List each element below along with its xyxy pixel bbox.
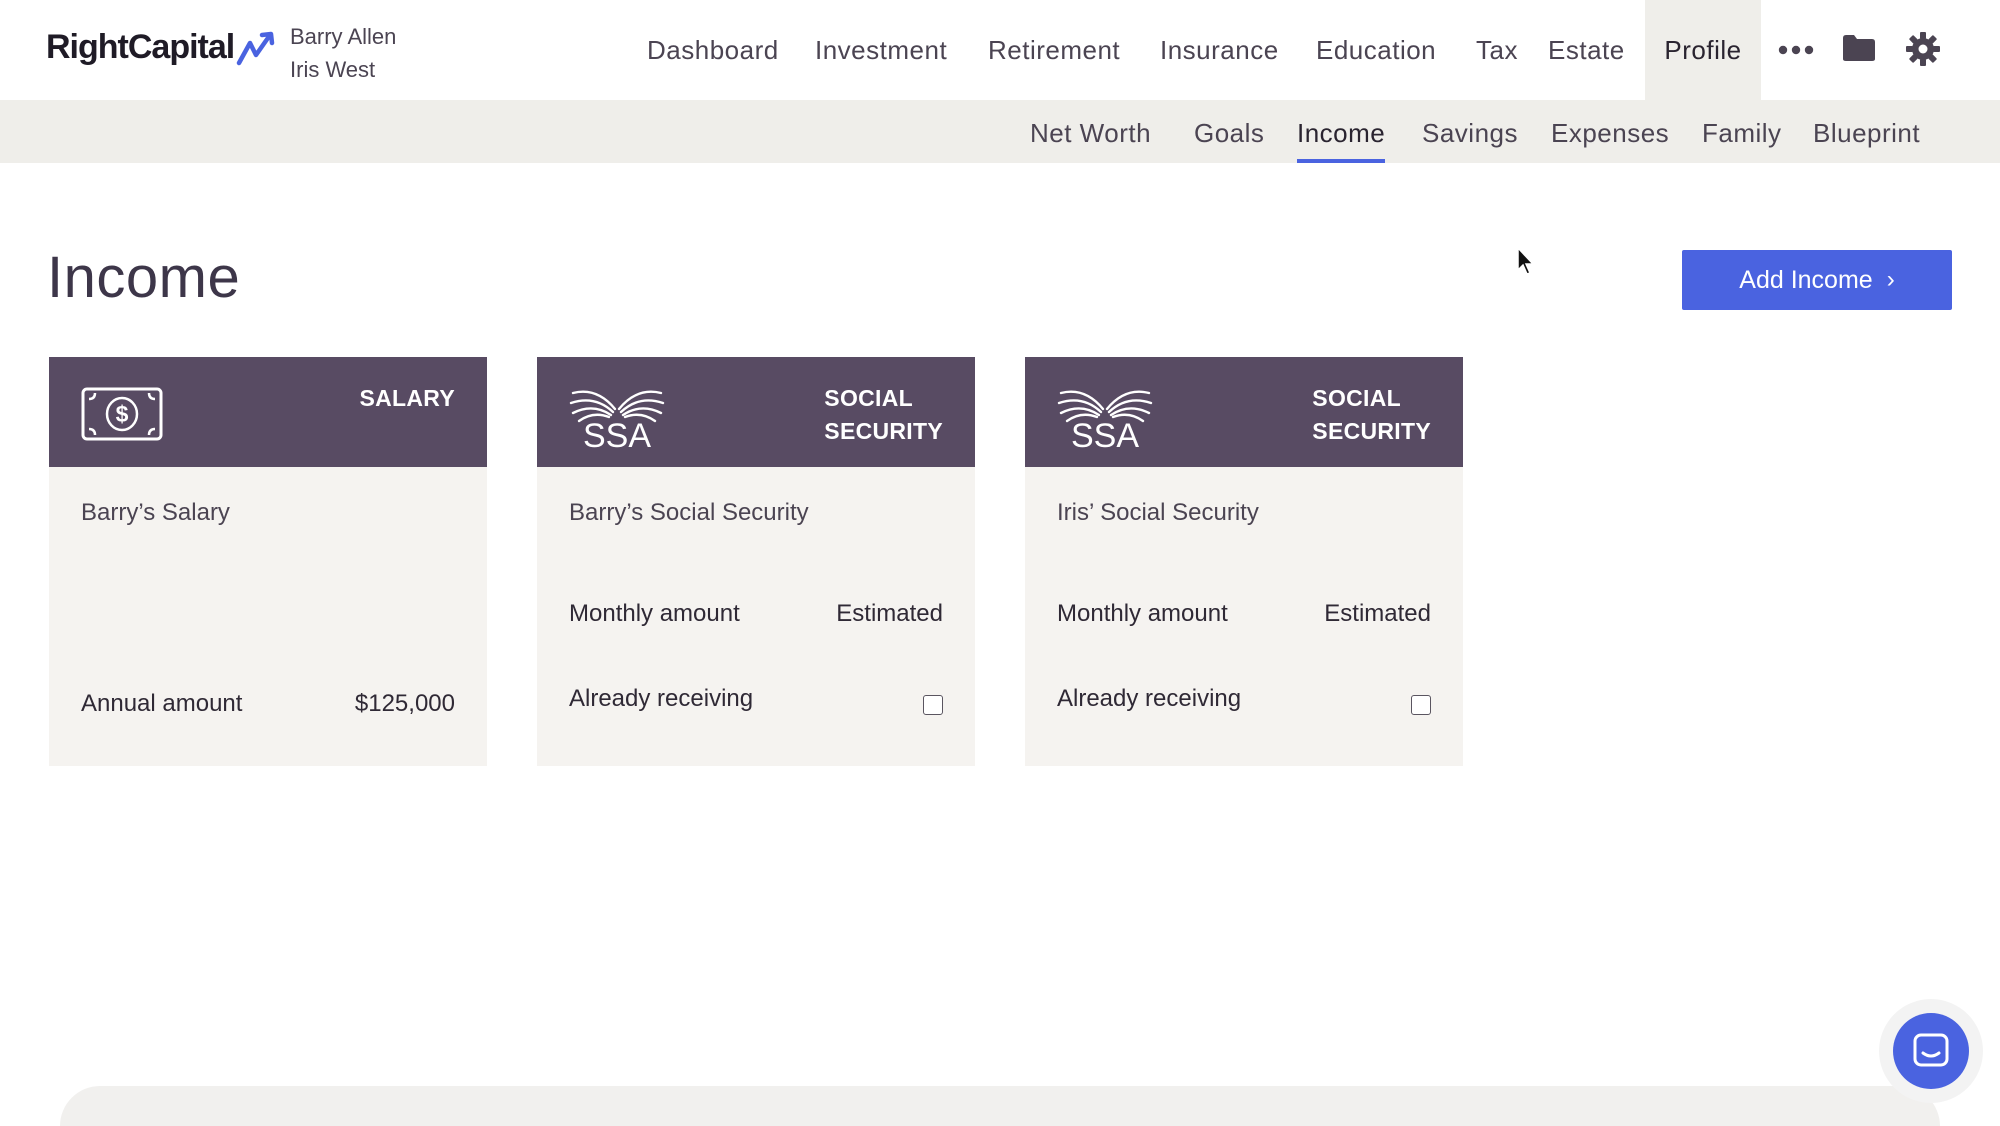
- already-receiving-checkbox[interactable]: [923, 695, 943, 715]
- add-income-button[interactable]: Add Income ›: [1682, 250, 1952, 310]
- bottom-panel-edge: [60, 1086, 1940, 1126]
- mouse-cursor-icon: [1517, 246, 1535, 275]
- svg-text:$: $: [116, 401, 129, 427]
- logo-arrow-icon: [236, 31, 275, 65]
- ssa-logo-icon: SSA: [1057, 390, 1153, 449]
- amount-label: Monthly amount: [1057, 600, 1228, 627]
- card-title: Barry’s Salary: [81, 499, 230, 526]
- nav-investment[interactable]: Investment: [815, 0, 947, 100]
- amount-value: Estimated: [836, 600, 943, 627]
- subnav-income[interactable]: Income: [1297, 100, 1386, 163]
- chevron-right-icon: ›: [1886, 266, 1895, 293]
- nav-tax[interactable]: Tax: [1476, 0, 1518, 100]
- income-card-salary[interactable]: $ SALARY Barry’s Salary Annual amount $1…: [49, 357, 487, 766]
- nav-insurance[interactable]: Insurance: [1160, 0, 1279, 100]
- card-type-label: SOCIAL SECURITY: [824, 385, 943, 444]
- subnav-blueprint[interactable]: Blueprint: [1813, 100, 1920, 163]
- gear-icon[interactable]: [1905, 31, 1941, 67]
- active-tab-indicator: [1297, 159, 1386, 163]
- amount-label: Monthly amount: [569, 600, 740, 627]
- amount-label: Annual amount: [81, 690, 243, 717]
- page-title: Income: [47, 245, 241, 310]
- client-primary-name: Barry Allen: [290, 24, 397, 49]
- already-receiving-label: Already receiving: [1057, 685, 1242, 712]
- ssa-logo-icon: SSA: [569, 390, 665, 449]
- nav-estate[interactable]: Estate: [1548, 0, 1625, 100]
- folder-icon[interactable]: [1841, 32, 1877, 64]
- card-header: $ SALARY: [49, 357, 487, 467]
- svg-text:SSA: SSA: [583, 417, 651, 449]
- subnav-savings[interactable]: Savings: [1422, 100, 1518, 163]
- nav-retirement[interactable]: Retirement: [988, 0, 1120, 100]
- subnav-family[interactable]: Family: [1702, 100, 1782, 163]
- card-type-label: SALARY: [359, 385, 455, 411]
- amount-value: $125,000: [354, 690, 455, 717]
- subnav-expenses[interactable]: Expenses: [1551, 100, 1669, 163]
- already-receiving-label: Already receiving: [569, 685, 754, 712]
- svg-text:SSA: SSA: [1071, 417, 1139, 449]
- card-type-label: SOCIAL SECURITY: [1312, 385, 1431, 444]
- cash-icon: $: [81, 387, 163, 441]
- nav-profile[interactable]: Profile: [1645, 0, 1761, 100]
- nav-dashboard[interactable]: Dashboard: [647, 0, 779, 100]
- already-receiving-checkbox[interactable]: [1411, 695, 1431, 715]
- top-bar: RightCapital Barry Allen Iris West Dashb…: [0, 0, 2000, 100]
- card-title: Barry’s Social Security: [569, 499, 809, 526]
- rightcapital-logo[interactable]: RightCapital: [46, 28, 278, 67]
- card-header: SSA SOCIAL SECURITY: [537, 357, 975, 467]
- amount-value: Estimated: [1324, 600, 1431, 627]
- sub-nav: Net Worth Goals Income Savings Expenses …: [0, 100, 2000, 163]
- subnav-net-worth[interactable]: Net Worth: [1030, 100, 1151, 163]
- client-spouse-name: Iris West: [290, 57, 376, 82]
- client-names[interactable]: Barry Allen Iris West: [290, 20, 396, 86]
- card-header: SSA SOCIAL SECURITY: [1025, 357, 1463, 467]
- subnav-income-label: Income: [1297, 118, 1386, 148]
- logo-text: RightCapital: [46, 28, 235, 66]
- nav-education[interactable]: Education: [1316, 0, 1436, 100]
- chat-launcher-button[interactable]: [1893, 1013, 1969, 1089]
- subnav-goals[interactable]: Goals: [1194, 100, 1264, 163]
- add-income-label: Add Income: [1739, 265, 1873, 294]
- card-title: Iris’ Social Security: [1057, 499, 1259, 526]
- more-icon[interactable]: [1776, 36, 1816, 64]
- income-card-social-security-iris[interactable]: SSA SOCIAL SECURITY Iris’ Social Securit…: [1025, 357, 1463, 766]
- chat-icon: [1913, 1033, 1949, 1067]
- income-card-social-security-barry[interactable]: SSA SOCIAL SECURITY Barry’s Social Secur…: [537, 357, 975, 766]
